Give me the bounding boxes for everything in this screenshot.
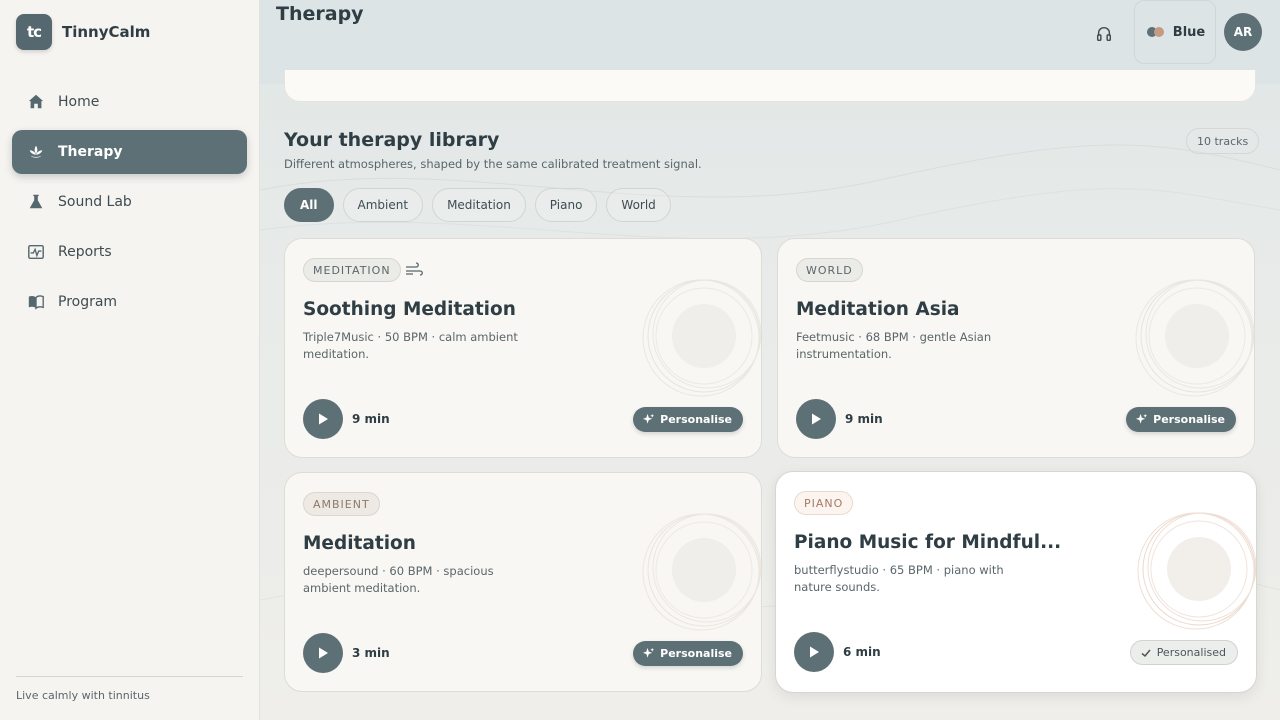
library-subtitle: Different atmospheres, shaped by the sam… xyxy=(284,157,702,171)
track-duration: 9 min xyxy=(845,412,883,426)
filter-chip-world[interactable]: World xyxy=(606,188,671,222)
check-icon xyxy=(1141,649,1151,657)
brand[interactable]: tc TinnyCalm xyxy=(16,14,150,50)
sound-wave-decoration xyxy=(1135,279,1254,397)
track-card[interactable]: AMBIENT Meditation deepersound · 60 BPM … xyxy=(284,472,762,692)
theme-swatch-icon xyxy=(1145,26,1167,38)
nav-item-therapy[interactable]: Therapy xyxy=(12,130,247,174)
app-logo: tc xyxy=(16,14,52,50)
flask-icon xyxy=(26,192,46,212)
main-content: Therapy Blue AR Your therapy library Dif… xyxy=(260,0,1280,720)
sparkle-icon xyxy=(643,413,655,424)
track-description: Feetmusic · 68 BPM · gentle Asian instru… xyxy=(796,330,992,361)
sidebar: tc TinnyCalm Home Therapy Sound Lab Repo… xyxy=(0,0,260,720)
track-description: butterflystudio · 65 BPM · piano with na… xyxy=(794,563,1004,594)
personalise-button[interactable]: Personalise xyxy=(633,641,743,666)
lotus-icon xyxy=(26,142,46,162)
sound-wave-decoration xyxy=(642,279,761,397)
nav-label: Reports xyxy=(58,244,112,260)
page-title: Therapy xyxy=(276,3,364,25)
filter-chip-all[interactable]: All xyxy=(284,188,334,222)
library-title: Your therapy library xyxy=(284,129,500,151)
category-tag: AMBIENT xyxy=(303,492,380,516)
play-button[interactable] xyxy=(303,399,343,439)
filter-chip-ambient[interactable]: Ambient xyxy=(342,188,424,222)
nav-item-reports[interactable]: Reports xyxy=(12,230,247,274)
sound-wave-decoration xyxy=(1137,512,1256,630)
play-icon xyxy=(810,646,819,658)
track-card[interactable]: WORLD Meditation Asia Feetmusic · 68 BPM… xyxy=(777,238,1255,458)
nav-item-program[interactable]: Program xyxy=(12,280,247,324)
personalise-label: Personalise xyxy=(1153,413,1225,426)
main-nav: Home Therapy Sound Lab Reports Program xyxy=(12,80,247,330)
play-button[interactable] xyxy=(796,399,836,439)
sidebar-tagline: Live calmly with tinnitus xyxy=(16,676,243,702)
track-title: Meditation Asia xyxy=(796,299,960,320)
nav-label: Program xyxy=(58,294,118,310)
nav-label: Sound Lab xyxy=(58,194,132,210)
category-tag: WORLD xyxy=(796,258,863,282)
play-button[interactable] xyxy=(303,633,343,673)
category-tag: PIANO xyxy=(794,491,854,515)
play-button[interactable] xyxy=(794,632,834,672)
play-icon xyxy=(319,647,328,659)
nav-item-home[interactable]: Home xyxy=(12,80,247,124)
nav-label: Therapy xyxy=(58,144,123,160)
track-title: Meditation xyxy=(303,533,416,554)
book-icon xyxy=(26,292,46,312)
sound-wave-decoration xyxy=(642,513,761,631)
play-icon xyxy=(319,413,328,425)
filter-chip-meditation[interactable]: Meditation xyxy=(432,188,526,222)
track-card[interactable]: MEDITATION Soothing Meditation Triple7Mu… xyxy=(284,238,762,458)
track-description: deepersound · 60 BPM · spacious ambient … xyxy=(303,564,494,595)
personalise-button[interactable]: Personalise xyxy=(1126,407,1236,432)
sparkle-icon xyxy=(1136,413,1148,424)
app-name: TinnyCalm xyxy=(62,23,151,41)
track-title: Piano Music for Mindful... xyxy=(794,532,1062,553)
track-title: Soothing Meditation xyxy=(303,299,516,320)
nav-item-sound-lab[interactable]: Sound Lab xyxy=(12,180,247,224)
track-duration: 6 min xyxy=(843,645,881,659)
avatar[interactable]: AR xyxy=(1224,13,1262,51)
track-count-badge: 10 tracks xyxy=(1186,128,1260,154)
personalised-button[interactable]: Personalised xyxy=(1129,640,1238,665)
track-card[interactable]: PIANO Piano Music for Mindful... butterf… xyxy=(775,471,1257,693)
wind-icon xyxy=(406,262,423,276)
category-tag: MEDITATION xyxy=(303,258,401,282)
home-icon xyxy=(26,92,46,112)
play-icon xyxy=(812,413,821,425)
headphones-icon[interactable] xyxy=(1090,20,1118,48)
nav-label: Home xyxy=(58,94,100,110)
collapsed-panel xyxy=(284,70,1256,102)
track-duration: 9 min xyxy=(352,412,390,426)
personalise-label: Personalise xyxy=(660,413,732,426)
theme-switcher[interactable]: Blue xyxy=(1134,0,1216,64)
track-duration: 3 min xyxy=(352,646,390,660)
chart-icon xyxy=(26,242,46,262)
track-description: Triple7Music · 50 BPM · calm ambient med… xyxy=(303,330,518,361)
personalised-label: Personalised xyxy=(1156,646,1226,659)
filter-chip-piano[interactable]: Piano xyxy=(534,188,598,222)
filter-chips: All Ambient Meditation Piano World xyxy=(284,188,680,222)
personalise-label: Personalise xyxy=(660,647,732,660)
theme-label: Blue xyxy=(1172,24,1206,40)
personalise-button[interactable]: Personalise xyxy=(633,407,743,432)
sparkle-icon xyxy=(643,647,655,658)
